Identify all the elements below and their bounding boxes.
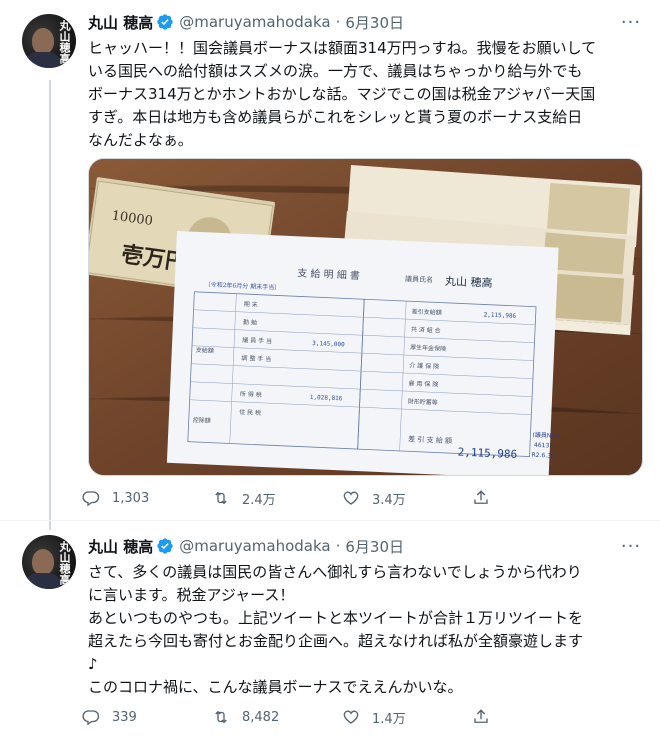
slip-side-right: 控除額 bbox=[193, 416, 211, 425]
author-handle[interactable]: @maruyamahodaka bbox=[179, 537, 330, 555]
tweet-text-line: すぎ。本日は地方も含め議員らがこれをシレッと貰う夏のボーナス支給日 bbox=[88, 108, 583, 126]
avatar-face bbox=[32, 28, 54, 54]
avatar-text: 丸山穂高 bbox=[58, 20, 71, 64]
retweet-icon bbox=[215, 710, 227, 724]
like-button[interactable]: 3.4万 bbox=[342, 489, 472, 508]
tweet-actions: 1,303 2.4万 3.4万 bbox=[82, 482, 602, 514]
reply-button[interactable]: 339 bbox=[82, 708, 212, 726]
share-icon bbox=[474, 709, 488, 723]
slip-row-right: 共 済 組 合 bbox=[411, 325, 441, 334]
tweet-text: さて、多くの議員は国民の皆さんへ御礼すら言わないでしょうから代わり に言います。… bbox=[88, 561, 650, 699]
slip-net-amount: 2,115,986 bbox=[457, 445, 517, 461]
author-name[interactable]: 丸山 穂高 bbox=[88, 536, 153, 557]
avatar-text: 丸山穂高 bbox=[58, 541, 71, 585]
avatar-face bbox=[32, 549, 54, 575]
author-name[interactable]: 丸山 穂高 bbox=[88, 12, 153, 33]
slip-row-left: 勤 勉 bbox=[243, 318, 257, 327]
tweet-text-line: あといつものやつも。上記ツイートと本ツイートが合計１万リツイートを bbox=[88, 609, 584, 627]
retweet-icon bbox=[215, 491, 227, 505]
reply-count: 1,303 bbox=[112, 490, 150, 506]
tweet-text-line: いる国民への給付額はスズメの涙。一方で、議員はちゃっかり給与外でも bbox=[88, 62, 583, 80]
slip-row-right: 厚生年金保険 bbox=[410, 343, 446, 353]
avatar-body bbox=[26, 573, 60, 589]
tweet-text-line: ♪ bbox=[88, 655, 98, 673]
slip-ref-no: 46137 bbox=[534, 442, 554, 450]
slip-row-right: 雇 用 保 険 bbox=[408, 379, 438, 388]
more-options-icon[interactable]: ··· bbox=[616, 535, 646, 557]
reply-count: 339 bbox=[112, 709, 137, 725]
reply-icon bbox=[82, 710, 100, 726]
slip-row-right: 介 護 保 険 bbox=[409, 361, 439, 370]
reply-icon bbox=[82, 491, 100, 507]
slip-amount: 2,115,986 bbox=[483, 311, 516, 319]
tweet-1[interactable]: 丸山穂高 丸山 穂高 @maruyamahodaka · 6月30日 ··· ヒ… bbox=[0, 0, 660, 515]
share-button[interactable] bbox=[472, 708, 602, 726]
share-icon bbox=[474, 490, 488, 504]
retweet-button[interactable]: 8,482 bbox=[212, 708, 342, 726]
tweet-date[interactable]: 6月30日 bbox=[345, 12, 404, 33]
slip-row-left: 住 民 税 bbox=[239, 408, 261, 417]
like-count: 1.4万 bbox=[372, 711, 406, 727]
separator-dot: · bbox=[335, 13, 341, 31]
slip-amount: 3,145,000 bbox=[312, 340, 345, 348]
tweet-text-line: に言います。税金アジャース！ bbox=[88, 586, 295, 604]
tweet-photo[interactable]: 10000 壱万円 支 給 明 細 書 議員氏名 丸山 穂高 〔令和2年6月分 … bbox=[88, 158, 643, 476]
tweet-text-line: さて、多くの議員は国民の皆さんへ御礼すら言わないでしょうから代わり bbox=[88, 563, 582, 581]
avatar[interactable]: 丸山穂高 bbox=[22, 14, 76, 68]
payslip: 支 給 明 細 書 議員氏名 丸山 穂高 〔令和2年6月分 期末手当〕 支給額 … bbox=[166, 231, 559, 475]
heart-icon bbox=[343, 491, 359, 505]
like-button[interactable]: 1.4万 bbox=[342, 708, 472, 727]
more-options-icon[interactable]: ··· bbox=[616, 11, 646, 33]
slip-name: 丸山 穂高 bbox=[445, 274, 493, 290]
slip-ref-title: (議員No.) bbox=[532, 431, 559, 440]
separator-dot: · bbox=[335, 537, 341, 555]
slip-row-left: 調 整 手 当 bbox=[241, 354, 271, 363]
verified-badge-icon bbox=[157, 538, 173, 554]
tweet-text-line: ヒャッハー！！国会議員ボーナスは額面314万円っすね。我慢をお願いして bbox=[88, 39, 597, 57]
retweet-button[interactable]: 2.4万 bbox=[212, 489, 342, 508]
tweet-text-line: なんだよなぁ。 bbox=[88, 131, 193, 149]
tweet-text: ヒャッハー！！国会議員ボーナスは額面314万円っすね。我慢をお願いして いる国民… bbox=[88, 37, 650, 152]
tweet-header: 丸山 穂高 @maruyamahodaka · 6月30日 bbox=[88, 535, 404, 557]
slip-row-left: 所 得 税 bbox=[240, 390, 262, 399]
share-button[interactable] bbox=[472, 489, 602, 507]
avatar-body bbox=[26, 52, 60, 68]
slip-ref-date: R2.6.30 bbox=[531, 452, 555, 460]
slip-row-right: 財形貯蓄等 bbox=[408, 397, 438, 406]
slip-row-left: 議 員 手 当 bbox=[242, 336, 272, 345]
reply-button[interactable]: 1,303 bbox=[82, 489, 212, 507]
avatar[interactable]: 丸山穂高 bbox=[22, 535, 76, 589]
like-count: 3.4万 bbox=[372, 492, 406, 508]
tweet-text-line: ボーナス314万とかホントおかしな話。マジでこの国は税金アジャパー天国 bbox=[88, 85, 596, 103]
tweet-actions: 339 8,482 1.4万 bbox=[82, 701, 602, 733]
author-handle[interactable]: @maruyamahodaka bbox=[179, 13, 330, 31]
slip-side-left: 支給額 bbox=[196, 346, 214, 355]
heart-icon bbox=[343, 710, 359, 724]
retweet-count: 8,482 bbox=[242, 709, 280, 725]
photo-illustration: 10000 壱万円 支 給 明 細 書 議員氏名 丸山 穂高 〔令和2年6月分 … bbox=[89, 159, 642, 475]
tweet-header: 丸山 穂高 @maruyamahodaka · 6月30日 bbox=[88, 11, 404, 33]
slip-amount: 1,028,816 bbox=[310, 394, 343, 402]
tweet-2[interactable]: 丸山穂高 丸山 穂高 @maruyamahodaka · 6月30日 ··· さ… bbox=[0, 521, 660, 736]
slip-name-label: 議員氏名 bbox=[405, 274, 433, 284]
retweet-count: 2.4万 bbox=[242, 492, 276, 508]
tweet-text-line: 超えたら今回も寄付とお金配り企画へ。超えなければ私が全額豪遊します bbox=[88, 632, 584, 650]
verified-badge-icon bbox=[157, 14, 173, 30]
slip-row-left: 期 末 bbox=[244, 300, 258, 309]
tweet-text-line: このコロナ禍に、こんな議員ボーナスでええんかいな。 bbox=[88, 678, 463, 696]
slip-row-right: 差引支給額 bbox=[412, 307, 442, 316]
tweet-date[interactable]: 6月30日 bbox=[345, 536, 404, 557]
